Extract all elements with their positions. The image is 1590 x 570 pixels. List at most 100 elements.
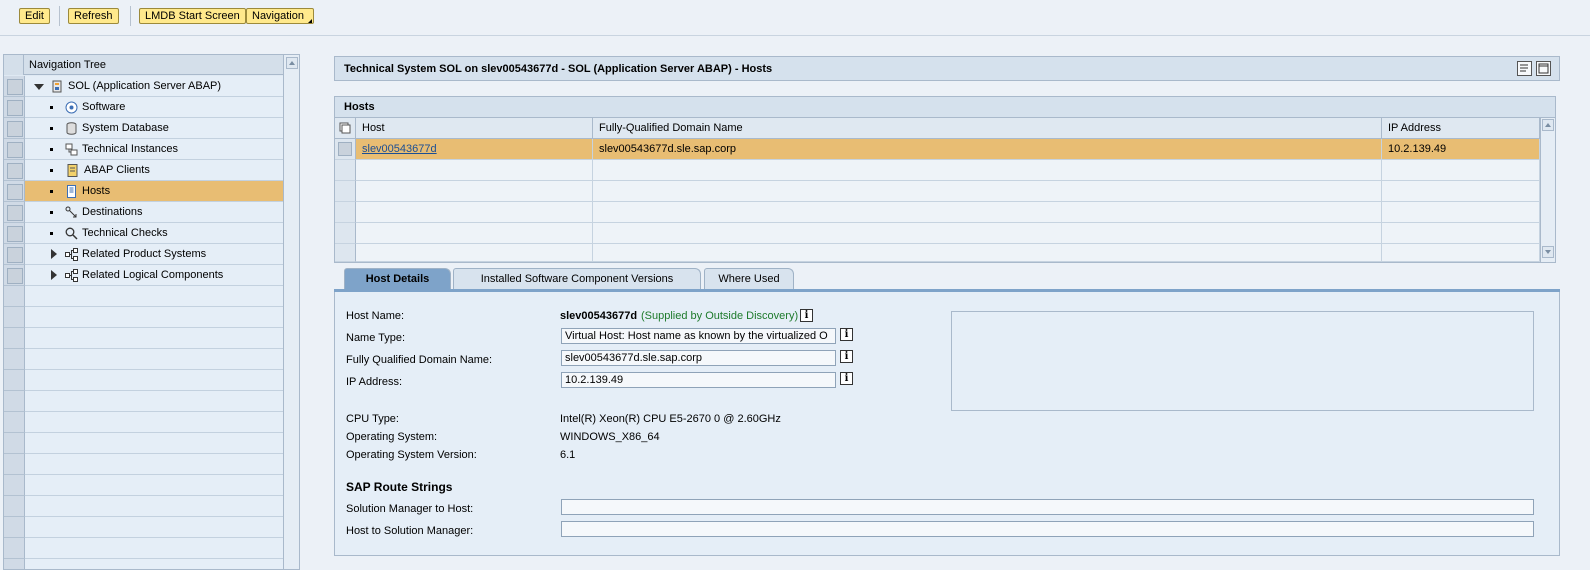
- tree-empty-row: [4, 328, 285, 349]
- host-to-sm-field[interactable]: [561, 521, 1534, 537]
- row-selector[interactable]: [335, 139, 356, 160]
- tree-item-label: Related Product Systems: [82, 248, 207, 260]
- navigation-menu-button[interactable]: Navigation: [246, 8, 314, 24]
- ip-address-label: IP Address:: [346, 376, 403, 388]
- tree-empty-row: [4, 391, 285, 412]
- empty-cell: [593, 181, 1382, 202]
- bullet-icon: [50, 190, 53, 193]
- expand-icon[interactable]: [51, 249, 57, 259]
- toolbar-separator: [130, 6, 131, 26]
- tree-empty-row: [4, 475, 285, 496]
- tree-item-destinations[interactable]: Destinations: [4, 202, 285, 223]
- details-toggle-icon[interactable]: [1517, 61, 1532, 76]
- sm-to-host-field[interactable]: [561, 499, 1534, 515]
- tree-empty-row: [4, 307, 285, 328]
- column-header-fqdn[interactable]: Fully-Qualified Domain Name: [593, 118, 1382, 139]
- panel-title-bar: Technical System SOL on slev00543677d - …: [334, 56, 1560, 81]
- empty-cell: [356, 181, 593, 202]
- related-icon: [65, 248, 78, 261]
- tree-item-software[interactable]: Software: [4, 97, 285, 118]
- row-selector[interactable]: [4, 265, 25, 286]
- row-selector[interactable]: [4, 181, 25, 202]
- bullet-icon: [50, 232, 53, 235]
- tree-item-label: Technical Checks: [82, 227, 168, 239]
- cpu-type-label: CPU Type:: [346, 413, 399, 425]
- menu-triangle-icon: [307, 19, 312, 23]
- tree-item-system-database[interactable]: System Database: [4, 118, 285, 139]
- fqdn-cell: slev00543677d.sle.sap.corp: [593, 139, 1382, 160]
- tree-item-label: Software: [82, 101, 126, 113]
- row-selector[interactable]: [4, 76, 25, 97]
- select-all-column[interactable]: [335, 118, 356, 139]
- scroll-up-icon[interactable]: [286, 57, 298, 69]
- tree-item-technical-checks[interactable]: Technical Checks: [4, 223, 285, 244]
- row-selector: [4, 475, 25, 496]
- name-type-label: Name Type:: [346, 332, 406, 344]
- sm-to-host-label: Solution Manager to Host:: [346, 503, 474, 515]
- clients-icon: [67, 164, 78, 177]
- column-header-host[interactable]: Host: [356, 118, 593, 139]
- expand-icon[interactable]: [51, 270, 57, 280]
- tree-empty-row: [4, 517, 285, 538]
- toolbar-separator: [59, 6, 60, 26]
- tab-installed-software-component-versions[interactable]: Installed Software Component Versions: [453, 268, 701, 290]
- row-selector[interactable]: [4, 139, 25, 160]
- column-header-ip[interactable]: IP Address: [1382, 118, 1540, 139]
- bullet-icon: [50, 106, 53, 109]
- row-selector: [4, 433, 25, 454]
- row-selector[interactable]: [4, 118, 25, 139]
- tree-item-label: ABAP Clients: [84, 164, 150, 176]
- info-icon[interactable]: i: [840, 328, 853, 341]
- system-icon: [52, 80, 62, 93]
- database-icon: [66, 122, 77, 135]
- row-selector[interactable]: [4, 244, 25, 265]
- edit-button[interactable]: Edit: [19, 8, 50, 24]
- tree-item-technical-instances[interactable]: Technical Instances: [4, 139, 285, 160]
- scroll-up-icon[interactable]: [1542, 119, 1554, 131]
- empty-cell: [593, 160, 1382, 181]
- row-selector[interactable]: [4, 97, 25, 118]
- row-selector: [4, 496, 25, 517]
- select-all-icon[interactable]: [335, 118, 354, 137]
- row-selector[interactable]: [4, 160, 25, 181]
- tree-item-related-product-systems[interactable]: Related Product Systems: [4, 244, 285, 265]
- page-title: Technical System SOL on slev00543677d - …: [344, 63, 773, 75]
- info-icon[interactable]: i: [840, 372, 853, 385]
- empty-cell: [593, 202, 1382, 223]
- row-selector[interactable]: [4, 202, 25, 223]
- empty-cell: [593, 244, 1382, 262]
- tree-scrollbar[interactable]: [283, 54, 300, 570]
- row-selector: [4, 517, 25, 538]
- lmdb-start-screen-button[interactable]: LMDB Start Screen: [139, 8, 246, 24]
- maximize-icon[interactable]: [1536, 61, 1551, 76]
- bullet-icon: [50, 148, 53, 151]
- info-icon[interactable]: i: [840, 350, 853, 363]
- os-version-label: Operating System Version:: [346, 449, 477, 461]
- tree-item-related-logical-components[interactable]: Related Logical Components: [4, 265, 285, 286]
- tree-empty-row: [4, 286, 285, 307]
- row-selector: [335, 223, 356, 244]
- collapse-icon[interactable]: [34, 84, 44, 90]
- hosts-table-caption: Hosts: [335, 97, 1555, 118]
- empty-cell: [593, 223, 1382, 244]
- tree-select-all[interactable]: [4, 55, 24, 75]
- tree-item-label: Related Logical Components: [82, 269, 224, 281]
- fqdn-field[interactable]: slev00543677d.sle.sap.corp: [561, 350, 836, 366]
- cpu-type-value: Intel(R) Xeon(R) CPU E5-2670 0 @ 2.60GHz: [560, 413, 781, 425]
- host-link[interactable]: slev00543677d: [362, 143, 437, 155]
- refresh-button[interactable]: Refresh: [68, 8, 119, 24]
- tree-item-hosts[interactable]: Hosts: [4, 181, 285, 202]
- hosts-table: Hosts Host Fully-Qualified Domain Name I…: [334, 96, 1556, 263]
- info-icon[interactable]: i: [800, 309, 813, 322]
- name-type-field[interactable]: Virtual Host: Host name as known by the …: [561, 328, 836, 344]
- ip-address-field[interactable]: 10.2.139.49: [561, 372, 836, 388]
- tab-where-used[interactable]: Where Used: [704, 268, 794, 290]
- tab-host-details[interactable]: Host Details: [344, 268, 451, 290]
- tree-item-abap-clients[interactable]: ABAP Clients: [4, 160, 285, 181]
- scroll-down-icon[interactable]: [1542, 246, 1554, 258]
- details-side-box: [951, 311, 1534, 411]
- tree-item-root[interactable]: SOL (Application Server ABAP): [4, 76, 285, 97]
- hosts-scrollbar[interactable]: [1540, 118, 1555, 262]
- empty-cell: [356, 244, 593, 262]
- row-selector[interactable]: [4, 223, 25, 244]
